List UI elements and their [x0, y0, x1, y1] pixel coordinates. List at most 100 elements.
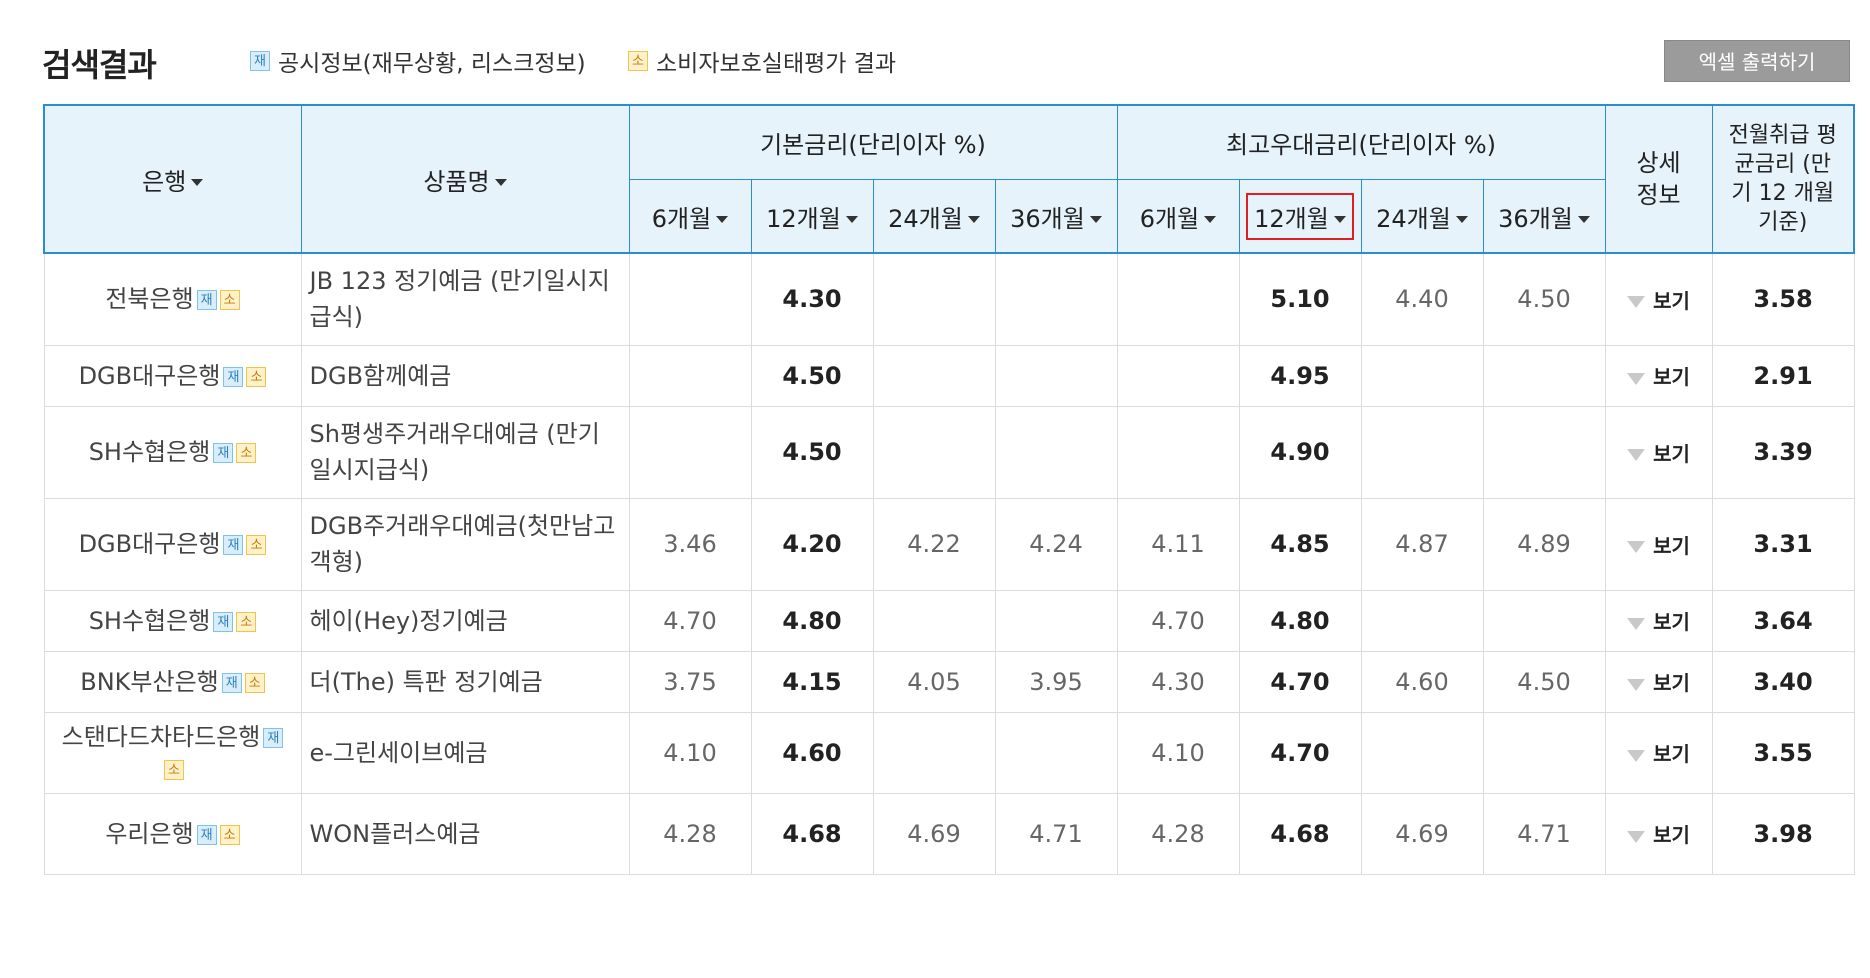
- detail-cell: 보기: [1604, 590, 1713, 652]
- rate-cell-m36: [1482, 406, 1606, 499]
- bank-cell: 전북은행 재 소: [43, 253, 302, 346]
- legend-consumer-label: 소비자보호실태평가 결과: [656, 51, 897, 77]
- legend-consumer: 소 소비자보호실태평가 결과: [628, 44, 896, 78]
- product-name: 더(The) 특판 정기예금: [300, 651, 630, 713]
- rate-cell-m24: 4.69: [1360, 793, 1484, 875]
- view-detail-button[interactable]: 보기: [1627, 442, 1690, 466]
- rate-cell-m6: 4.70: [1116, 590, 1240, 652]
- disclosure-badge-icon[interactable]: 재: [223, 535, 244, 555]
- rate-cell-b36: [994, 590, 1118, 652]
- rate-cell-m12: 4.90: [1238, 406, 1362, 499]
- product-name: WON플러스예금: [300, 793, 630, 875]
- consumer-badge-icon[interactable]: 소: [244, 672, 265, 693]
- rate-cell-b24: [872, 590, 996, 652]
- disclosure-badge-icon[interactable]: 재: [196, 290, 217, 311]
- sort-product-header[interactable]: 상품명: [300, 104, 630, 254]
- table-row: 우리은행 재 소 WON플러스예금 4.28 4.68 4.69 4.71 4.28 4.68 4.…: [43, 793, 1855, 875]
- disclosure-badge-icon[interactable]: 재: [213, 443, 234, 463]
- rate-cell-b36: 4.71: [994, 793, 1118, 875]
- rate-cell-m12: 4.70: [1238, 712, 1362, 794]
- disclosure-badge-icon[interactable]: 재: [213, 611, 234, 632]
- disclosure-badge-icon[interactable]: 재: [223, 366, 244, 387]
- avg-rate-header: 전월취급 평균금리 (만기 12 개월 기준): [1711, 104, 1855, 254]
- max-rate-group-header: 최고우대금리(단리이자 %): [1116, 104, 1606, 180]
- consumer-badge-icon[interactable]: 소: [246, 366, 267, 387]
- view-detail-button[interactable]: 보기: [1627, 823, 1690, 847]
- rate-cell-b6: 3.46: [628, 498, 752, 591]
- consumer-badge-icon[interactable]: 소: [164, 759, 184, 780]
- sort-max-36m[interactable]: 36개월: [1482, 179, 1606, 254]
- sort-base-12m[interactable]: 12개월: [750, 179, 874, 254]
- rate-cell-b6: 3.75: [628, 651, 752, 713]
- avg-rate-cell: 3.31: [1711, 498, 1855, 591]
- avg-rate-cell: 3.58: [1711, 253, 1855, 346]
- view-detail-button[interactable]: 보기: [1627, 365, 1690, 389]
- triangle-down-icon: [1627, 617, 1646, 630]
- triangle-down-icon: [1627, 830, 1646, 843]
- caret-down-icon: [967, 216, 980, 223]
- detail-cell: 보기: [1604, 651, 1713, 713]
- avg-rate-cell: 3.64: [1711, 590, 1855, 652]
- sort-bank-header[interactable]: 은행: [43, 104, 302, 254]
- consumer-badge-icon[interactable]: 소: [219, 824, 240, 845]
- table-row: SH수협은행 재 소 Sh평생주거래우대예금 (만기일시지급식) 4.50 4.90 보기 3…: [43, 406, 1855, 499]
- disclosure-badge-icon[interactable]: 재: [263, 727, 284, 748]
- rate-cell-b6: 4.70: [628, 590, 752, 652]
- search-results-page: 검색결과 재 공시정보(재무상황, 리스크정보) 소 소비자보호실태평가 결과 …: [0, 0, 1870, 978]
- consumer-badge-icon[interactable]: 소: [236, 443, 257, 463]
- rate-cell-b12: 4.50: [750, 345, 874, 407]
- consumer-badge-icon[interactable]: 소: [219, 290, 240, 311]
- avg-rate-cell: 3.55: [1711, 712, 1855, 794]
- view-detail-button[interactable]: 보기: [1627, 671, 1690, 695]
- rate-cell-m12: 4.68: [1238, 793, 1362, 875]
- sort-base-36m[interactable]: 36개월: [994, 179, 1118, 254]
- rate-cell-b6: [628, 345, 752, 407]
- bank-cell: DGB대구은행 재 소: [43, 498, 302, 591]
- excel-export-button[interactable]: 엑셀 출력하기: [1664, 40, 1850, 82]
- rate-cell-m6: 4.30: [1116, 651, 1240, 713]
- rate-cell-b36: 3.95: [994, 651, 1118, 713]
- view-detail-button[interactable]: 보기: [1627, 289, 1690, 313]
- rate-cell-m12: 4.85: [1238, 498, 1362, 591]
- avg-rate-cell: 3.40: [1711, 651, 1855, 713]
- table-body: 전북은행 재 소 JB 123 정기예금 (만기일시지급식) 4.30 5.10 4.40 4…: [43, 253, 1855, 875]
- view-detail-button[interactable]: 보기: [1627, 742, 1690, 766]
- disclosure-badge-icon[interactable]: 재: [221, 672, 242, 693]
- rate-cell-m6: 4.28: [1116, 793, 1240, 875]
- table-row: DGB대구은행 재 소 DGB주거래우대예금(첫만남고객형) 3.46 4.20 4.22 4…: [43, 498, 1855, 591]
- view-detail-button[interactable]: 보기: [1627, 610, 1690, 634]
- rate-cell-b6: [628, 253, 752, 346]
- bank-name: 전북은행: [105, 285, 194, 314]
- consumer-badge-icon: 소: [628, 51, 648, 71]
- rate-cell-m6: [1116, 345, 1240, 407]
- table-row: 스탠다드차타드은행 재소 e-그린세이브예금 4.10 4.60 4.10 4.70 보기 3.…: [43, 712, 1855, 794]
- table-header: 은행 상품명 기본금리(단리이자 %) 최고우대금리(단리이자 %) 상세정보 …: [43, 104, 1855, 254]
- bank-name: DGB대구은행: [78, 530, 221, 558]
- rate-cell-m24: [1360, 345, 1484, 407]
- base-rate-group-header: 기본금리(단리이자 %): [628, 104, 1118, 180]
- sort-max-6m[interactable]: 6개월: [1116, 179, 1240, 254]
- caret-down-icon: [716, 216, 729, 223]
- consumer-badge-icon[interactable]: 소: [246, 535, 267, 555]
- rate-cell-m6: 4.11: [1116, 498, 1240, 591]
- disclosure-badge-icon[interactable]: 재: [196, 824, 217, 845]
- rate-cell-b12: 4.30: [750, 253, 874, 346]
- rate-cell-b12: 4.60: [750, 712, 874, 794]
- rate-cell-b24: [872, 406, 996, 499]
- sort-base-6m[interactable]: 6개월: [628, 179, 752, 254]
- rate-cell-m12: 5.10: [1238, 253, 1362, 346]
- sort-base-24m[interactable]: 24개월: [872, 179, 996, 254]
- sort-max-24m[interactable]: 24개월: [1360, 179, 1484, 254]
- caret-down-icon: [1455, 216, 1468, 223]
- table-row: 전북은행 재 소 JB 123 정기예금 (만기일시지급식) 4.30 5.10 4.40 4…: [43, 253, 1855, 346]
- rate-cell-b36: [994, 712, 1118, 794]
- rate-cell-m6: [1116, 406, 1240, 499]
- rate-cell-b24: [872, 712, 996, 794]
- product-name: 헤이(Hey)정기예금: [300, 590, 630, 652]
- rate-cell-m24: 4.40: [1360, 253, 1484, 346]
- rate-cell-m12: 4.70: [1238, 651, 1362, 713]
- sort-max-12m[interactable]: 12개월: [1238, 179, 1362, 254]
- view-detail-button[interactable]: 보기: [1627, 534, 1690, 558]
- consumer-badge-icon[interactable]: 소: [236, 611, 257, 632]
- disclosure-badge-icon: 재: [250, 51, 270, 71]
